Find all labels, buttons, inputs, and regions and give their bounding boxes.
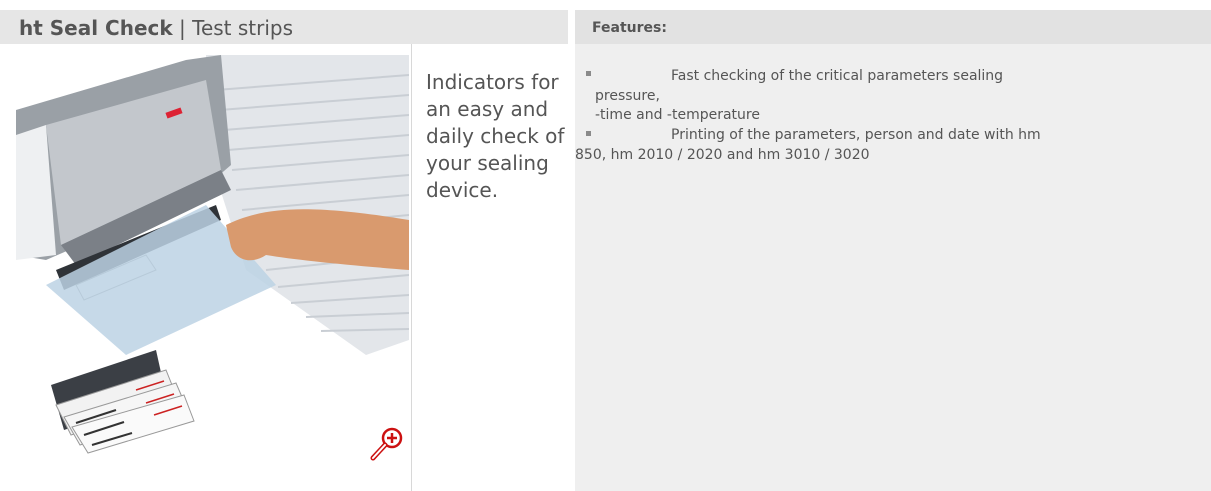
title-separator: | <box>172 16 193 40</box>
features-header: Features: <box>575 10 1211 44</box>
feature-2-line2: 850, hm 2010 / 2020 and hm 3010 / 3020 <box>575 147 870 163</box>
features-panel: Features: Fast checking of the critical … <box>575 10 1211 491</box>
product-description: Indicators for an easy and daily check o… <box>426 70 565 202</box>
bullet-icon <box>586 131 591 136</box>
features-heading: Features: <box>592 20 667 36</box>
page-title: ht Seal Check | Test strips <box>19 16 293 40</box>
column-divider <box>411 44 412 491</box>
product-subtitle: Test strips <box>192 16 294 40</box>
product-header: ht Seal Check | Test strips <box>0 10 568 44</box>
bullet-icon <box>586 71 591 76</box>
product-brand: ht Seal Check <box>19 16 173 40</box>
feature-1-line1: Fast checking of the critical parameters… <box>671 68 1004 84</box>
feature-1-line3: -time and -temperature <box>595 107 760 123</box>
zoom-in-icon[interactable] <box>369 425 405 463</box>
feature-2-line1: Printing of the parameters, person and d… <box>671 127 1041 143</box>
feature-1-line2: pressure, <box>595 88 660 104</box>
product-image <box>16 55 409 477</box>
